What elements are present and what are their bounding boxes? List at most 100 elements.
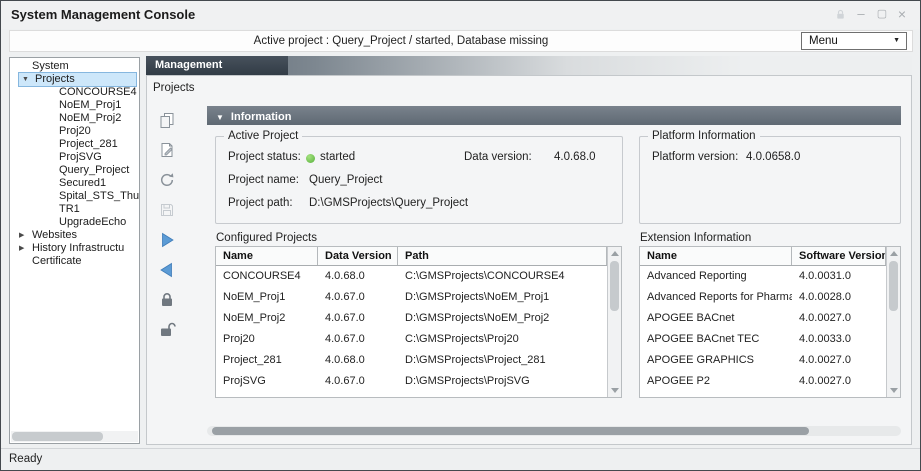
configured-projects-title: Configured Projects: [216, 232, 317, 244]
menu-dropdown-label: Menu: [809, 33, 838, 49]
menu-dropdown[interactable]: Menu ▼: [801, 32, 907, 50]
chevron-down-icon: ▼: [893, 37, 900, 44]
tree-item-query-project[interactable]: Query_Project: [10, 164, 139, 177]
tree-item-secured1[interactable]: Secured1: [10, 177, 139, 190]
column-header-name[interactable]: Name: [216, 247, 318, 265]
collapse-icon[interactable]: ▼: [216, 113, 224, 122]
vertical-scrollbar[interactable]: [607, 247, 621, 397]
app-window: System Management Console – ▢ × Active p…: [0, 0, 921, 471]
tab-management[interactable]: Management: [146, 56, 288, 75]
tree-item-concourse4[interactable]: CONCOURSE4: [10, 86, 139, 99]
lock-icon: [157, 290, 177, 310]
scrollbar-thumb[interactable]: [889, 261, 898, 311]
table-row[interactable]: Advanced Reporting 4.0.0031.0: [640, 266, 886, 287]
configured-projects-table: Name Data Version Path CONCOURSE4 4.0.68…: [215, 246, 622, 398]
project-name-value: Query_Project: [309, 174, 383, 186]
table-row[interactable]: APOGEE P2 4.0.0027.0: [640, 371, 886, 392]
minimize-button[interactable]: –: [852, 5, 870, 23]
scroll-down-icon[interactable]: [890, 388, 898, 393]
table-row[interactable]: NoEM_Proj2 4.0.67.0 D:\GMSProjects\NoEM_…: [216, 308, 607, 329]
tree-item-projsvg[interactable]: ProjSVG: [10, 151, 139, 164]
table-row[interactable]: Proj20 4.0.67.0 C:\GMSProjects\Proj20: [216, 329, 607, 350]
tree-item-proj20[interactable]: Proj20: [10, 125, 139, 138]
information-section-title: Information: [231, 111, 292, 123]
tree-item-project-281[interactable]: Project_281: [10, 138, 139, 151]
lock-button[interactable]: [155, 288, 179, 312]
navigation-sidebar: System ▼Projects CONCOURSE4 NoEM_Proj1 N…: [9, 57, 140, 444]
scroll-up-icon[interactable]: [611, 251, 619, 256]
column-header-path[interactable]: Path: [398, 247, 607, 265]
project-path-label: Project path:: [228, 197, 293, 209]
project-status-value: started: [320, 151, 355, 163]
table-row[interactable]: Project_281 4.0.68.0 D:\GMSProjects\Proj…: [216, 350, 607, 371]
copy-project-icon: [157, 110, 177, 130]
edit-project-button[interactable]: [155, 138, 179, 162]
tree-item-upgradeecho[interactable]: UpgradeEcho: [10, 216, 139, 229]
data-version-label: Data version:: [464, 151, 532, 163]
tree-item-noem-proj1[interactable]: NoEM_Proj1: [10, 99, 139, 112]
status-text: Ready: [9, 453, 42, 465]
tree-item-history-infrastructure[interactable]: ▶History Infrastructu: [10, 242, 139, 255]
management-panel: Projects: [146, 75, 912, 445]
scroll-down-icon[interactable]: [611, 388, 619, 393]
table-row[interactable]: CONCOURSE4 4.0.68.0 C:\GMSProjects\CONCO…: [216, 266, 607, 287]
tree-item-websites[interactable]: ▶Websites: [10, 229, 139, 242]
status-started-icon: [306, 154, 315, 163]
active-project-group-title: Active Project: [224, 130, 302, 142]
active-project-bar: Active project : Query_Project / started…: [9, 30, 913, 52]
stop-project-icon: [157, 260, 177, 280]
information-section-header[interactable]: ▼ Information: [207, 106, 901, 125]
sidebar-horizontal-scrollbar[interactable]: [11, 431, 138, 442]
unlock-button[interactable]: [155, 318, 179, 342]
tree-item-spital-sts-thur[interactable]: Spital_STS_Thur: [10, 190, 139, 203]
restore-project-button[interactable]: [155, 168, 179, 192]
restore-project-icon: [157, 170, 177, 190]
expander-right-icon[interactable]: ▶: [19, 242, 32, 255]
platform-information-groupbox: Platform Information Platform version: 4…: [639, 136, 901, 224]
platform-version-value: 4.0.0658.0: [746, 151, 800, 163]
stop-project-button[interactable]: [155, 258, 179, 282]
table-header-row: Name Software Version: [640, 247, 886, 266]
copy-project-button[interactable]: [155, 108, 179, 132]
vertical-scrollbar[interactable]: [886, 247, 900, 397]
titlebar: System Management Console – ▢ ×: [1, 1, 920, 29]
tree-item-projects[interactable]: ▼Projects: [19, 73, 136, 86]
titlebar-lock-icon: [834, 8, 847, 26]
table-row[interactable]: APOGEE BACnet TEC 4.0.0033.0: [640, 329, 886, 350]
table-row[interactable]: NoEM_Proj1 4.0.67.0 D:\GMSProjects\NoEM_…: [216, 287, 607, 308]
unlock-icon: [157, 320, 177, 340]
scrollbar-thumb[interactable]: [212, 427, 809, 435]
status-bar: Ready: [1, 448, 920, 470]
table-row[interactable]: ProjSVG 4.0.67.0 D:\GMSProjects\ProjSVG: [216, 371, 607, 392]
project-name-label: Project name:: [228, 174, 299, 186]
scroll-up-icon[interactable]: [890, 251, 898, 256]
horizontal-scrollbar[interactable]: [207, 426, 901, 436]
close-button[interactable]: ×: [893, 5, 911, 23]
tree-item-noem-proj2[interactable]: NoEM_Proj2: [10, 112, 139, 125]
table-row[interactable]: APOGEE BACnet 4.0.0027.0: [640, 308, 886, 329]
expander-down-icon[interactable]: ▼: [22, 73, 35, 86]
start-project-button[interactable]: [155, 228, 179, 252]
data-version-value: 4.0.68.0: [554, 151, 596, 163]
active-project-groupbox: Active Project Project status: started D…: [215, 136, 623, 224]
expander-right-icon[interactable]: ▶: [19, 229, 32, 242]
platform-version-label: Platform version:: [652, 151, 738, 163]
column-header-name[interactable]: Name: [640, 247, 792, 265]
column-header-data-version[interactable]: Data Version: [318, 247, 398, 265]
maximize-button[interactable]: ▢: [873, 5, 891, 23]
tab-strip: Management: [146, 56, 912, 75]
tree-item-tr1[interactable]: TR1: [10, 203, 139, 216]
column-header-software-version[interactable]: Software Version: [792, 247, 886, 265]
scrollbar-thumb[interactable]: [12, 432, 103, 441]
tree-item-system[interactable]: System: [10, 60, 139, 73]
scrollbar-thumb[interactable]: [610, 261, 619, 311]
table-row[interactable]: APOGEE GRAPHICS 4.0.0027.0: [640, 350, 886, 371]
table-row[interactable]: Advanced Reports for Pharma 4.0.0028.0: [640, 287, 886, 308]
extension-information-title: Extension Information: [640, 232, 751, 244]
project-tree: System ▼Projects CONCOURSE4 NoEM_Proj1 N…: [10, 60, 139, 268]
save-button[interactable]: [155, 198, 179, 222]
active-project-status-text: Active project : Query_Project / started…: [10, 31, 792, 51]
start-project-icon: [157, 230, 177, 250]
tree-item-certificate[interactable]: Certificate: [10, 255, 139, 268]
main-area: Management Projects: [146, 56, 912, 445]
